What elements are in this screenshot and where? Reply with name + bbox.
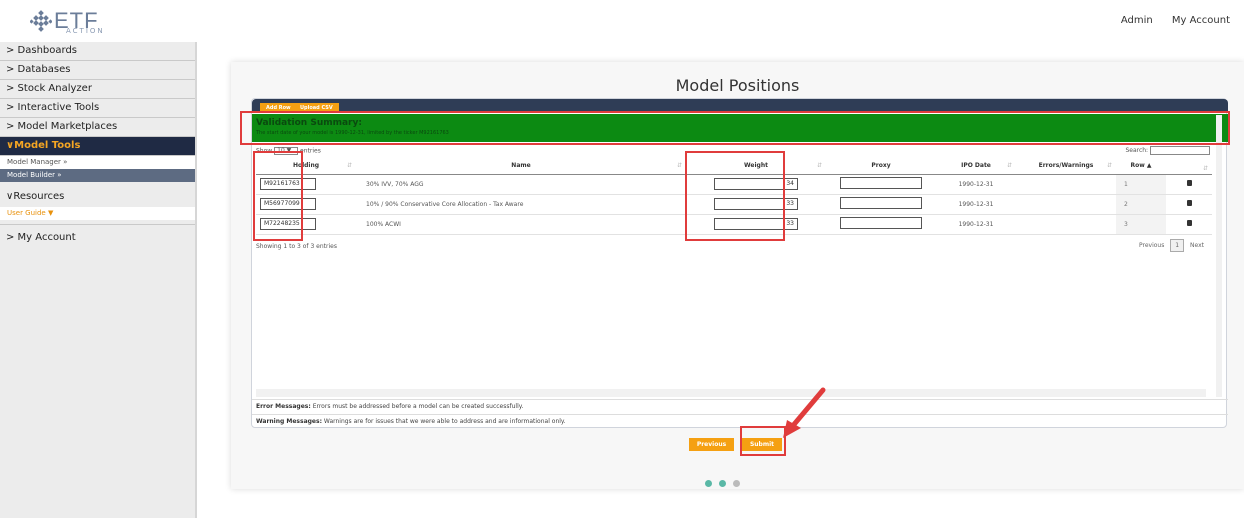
etf-action-logo[interactable]: ETF ACTION — [30, 8, 122, 36]
arrow-annotation — [783, 387, 826, 438]
my-account-link[interactable]: My Account — [1172, 15, 1230, 26]
col-proxy[interactable]: Proxy — [826, 157, 936, 175]
error-messages: Error Messages: Errors must be addressed… — [256, 403, 523, 410]
entries-label: entries — [300, 147, 321, 155]
sort-icon: ⇵ — [346, 161, 352, 169]
sidebar-item-databases[interactable]: > Databases — [0, 61, 195, 80]
row-cell: 2 — [1116, 194, 1166, 215]
admin-link[interactable]: Admin — [1121, 15, 1153, 26]
sidebar-item-model-tools[interactable]: ∨Model Tools — [0, 137, 195, 156]
table-search: Search: — [1125, 146, 1210, 155]
sidebar-item-dashboards[interactable]: > Dashboards — [0, 42, 195, 61]
sidebar-divider — [0, 224, 195, 225]
errors-cell — [1016, 214, 1116, 235]
pagination-page-1[interactable]: 1 — [1170, 239, 1185, 252]
proxy-cell — [826, 214, 936, 235]
positions-card: Add Row Upload CSV Validation Summary: T… — [240, 98, 1230, 428]
logo-subtext: ACTION — [66, 27, 105, 35]
messages-divider — [252, 414, 1228, 415]
pagination-next[interactable]: Next — [1190, 242, 1204, 249]
proxy-cell — [826, 194, 936, 215]
name-cell: 100% ACWI — [356, 214, 686, 235]
row-cell: 3 — [1116, 214, 1166, 235]
sort-icon: ⇵ — [1006, 161, 1012, 169]
sort-icon: ⇵ — [816, 161, 822, 169]
col-actions: ⇵ — [1166, 157, 1212, 175]
search-label: Search: — [1125, 147, 1149, 154]
carousel-dot[interactable] — [705, 480, 712, 487]
delete-cell — [1166, 194, 1212, 215]
proxy-input[interactable] — [840, 217, 922, 229]
sort-icon: ⇵ — [1202, 165, 1208, 173]
carousel-dot[interactable] — [733, 480, 741, 487]
col-ipo-date[interactable]: IPO Date ⇵ — [936, 157, 1016, 175]
warning-messages-label: Warning Messages: — [256, 418, 322, 425]
download-icon: ▼ — [47, 209, 54, 217]
sidebar-item-resources[interactable]: ∨Resources — [0, 187, 195, 207]
error-messages-text: Errors must be addressed before a model … — [312, 403, 524, 410]
name-cell: 10% / 90% Conservative Core Allocation -… — [356, 194, 686, 215]
carousel-dot[interactable] — [719, 480, 727, 487]
horizontal-scrollbar[interactable] — [256, 389, 1206, 397]
delete-cell — [1166, 174, 1212, 195]
proxy-input[interactable] — [840, 177, 922, 189]
error-messages-label: Error Messages: — [256, 403, 311, 410]
sidebar-item-my-account[interactable]: > My Account — [0, 228, 195, 248]
delete-cell — [1166, 214, 1212, 235]
trash-icon[interactable] — [1186, 180, 1192, 186]
trash-icon[interactable] — [1186, 200, 1192, 206]
proxy-cell — [826, 174, 936, 195]
pagination-previous[interactable]: Previous — [1139, 242, 1164, 249]
vertical-scrollbar[interactable] — [1216, 115, 1222, 397]
ipo-date-cell: 1990-12-31 — [936, 174, 1016, 195]
weight-highlight — [685, 151, 785, 241]
proxy-input[interactable] — [840, 197, 922, 209]
user-guide-label: User Guide — [7, 209, 46, 217]
sidebar: > Dashboards > Databases > Stock Analyze… — [0, 42, 197, 518]
search-input[interactable] — [1150, 146, 1210, 155]
col-proxy-label: Proxy — [871, 161, 891, 169]
page-title: Model Positions — [675, 76, 800, 95]
top-bar: ETF ACTION Admin My Account — [0, 0, 1244, 42]
col-errors-warnings[interactable]: Errors/Warnings ⇵ — [1016, 157, 1116, 175]
errors-cell — [1016, 174, 1116, 195]
logo-icon — [30, 10, 52, 32]
name-cell: 30% IVV, 70% AGG — [356, 174, 686, 195]
previous-button[interactable]: Previous — [689, 438, 734, 451]
sidebar-sub-model-manager[interactable]: Model Manager » — [0, 156, 195, 169]
col-row-label: Row — [1130, 161, 1145, 169]
sort-icon: ⇵ — [676, 161, 682, 169]
sidebar-item-interactive-tools[interactable]: > Interactive Tools — [0, 99, 195, 118]
sidebar-sub-model-builder[interactable]: Model Builder » — [0, 169, 195, 182]
col-name-label: Name — [511, 161, 531, 169]
validation-highlight — [240, 111, 1230, 145]
model-positions-panel: Model Positions Add Row Upload CSV Valid… — [231, 62, 1244, 489]
row-cell: 1 — [1116, 174, 1166, 195]
col-errors-label: Errors/Warnings — [1038, 161, 1094, 169]
errors-cell — [1016, 194, 1116, 215]
sidebar-item-stock-analyzer[interactable]: > Stock Analyzer — [0, 80, 195, 99]
carousel-dots — [704, 472, 741, 491]
warning-messages: Warning Messages: Warnings are for issue… — [256, 418, 566, 425]
ipo-date-cell: 1990-12-31 — [936, 194, 1016, 215]
sort-asc-icon: ▲ — [1146, 161, 1152, 169]
messages-divider — [252, 399, 1228, 400]
sidebar-item-model-marketplaces[interactable]: > Model Marketplaces — [0, 118, 195, 137]
ipo-date-cell: 1990-12-31 — [936, 214, 1016, 235]
col-row[interactable]: Row ▲ — [1116, 157, 1166, 175]
sidebar-sub-user-guide[interactable]: User Guide ▼ — [0, 207, 195, 220]
warning-messages-text: Warnings are for issues that we were abl… — [323, 418, 566, 425]
table-info: Showing 1 to 3 of 3 entries — [256, 243, 337, 250]
holding-highlight — [253, 151, 303, 241]
col-ipo-label: IPO Date — [961, 161, 991, 169]
col-name[interactable]: Name ⇵ — [356, 157, 686, 175]
top-nav: Admin My Account — [1105, 15, 1230, 26]
trash-icon[interactable] — [1186, 220, 1192, 226]
sort-icon: ⇵ — [1106, 161, 1112, 169]
pagination: Previous 1 Next — [1139, 239, 1204, 252]
